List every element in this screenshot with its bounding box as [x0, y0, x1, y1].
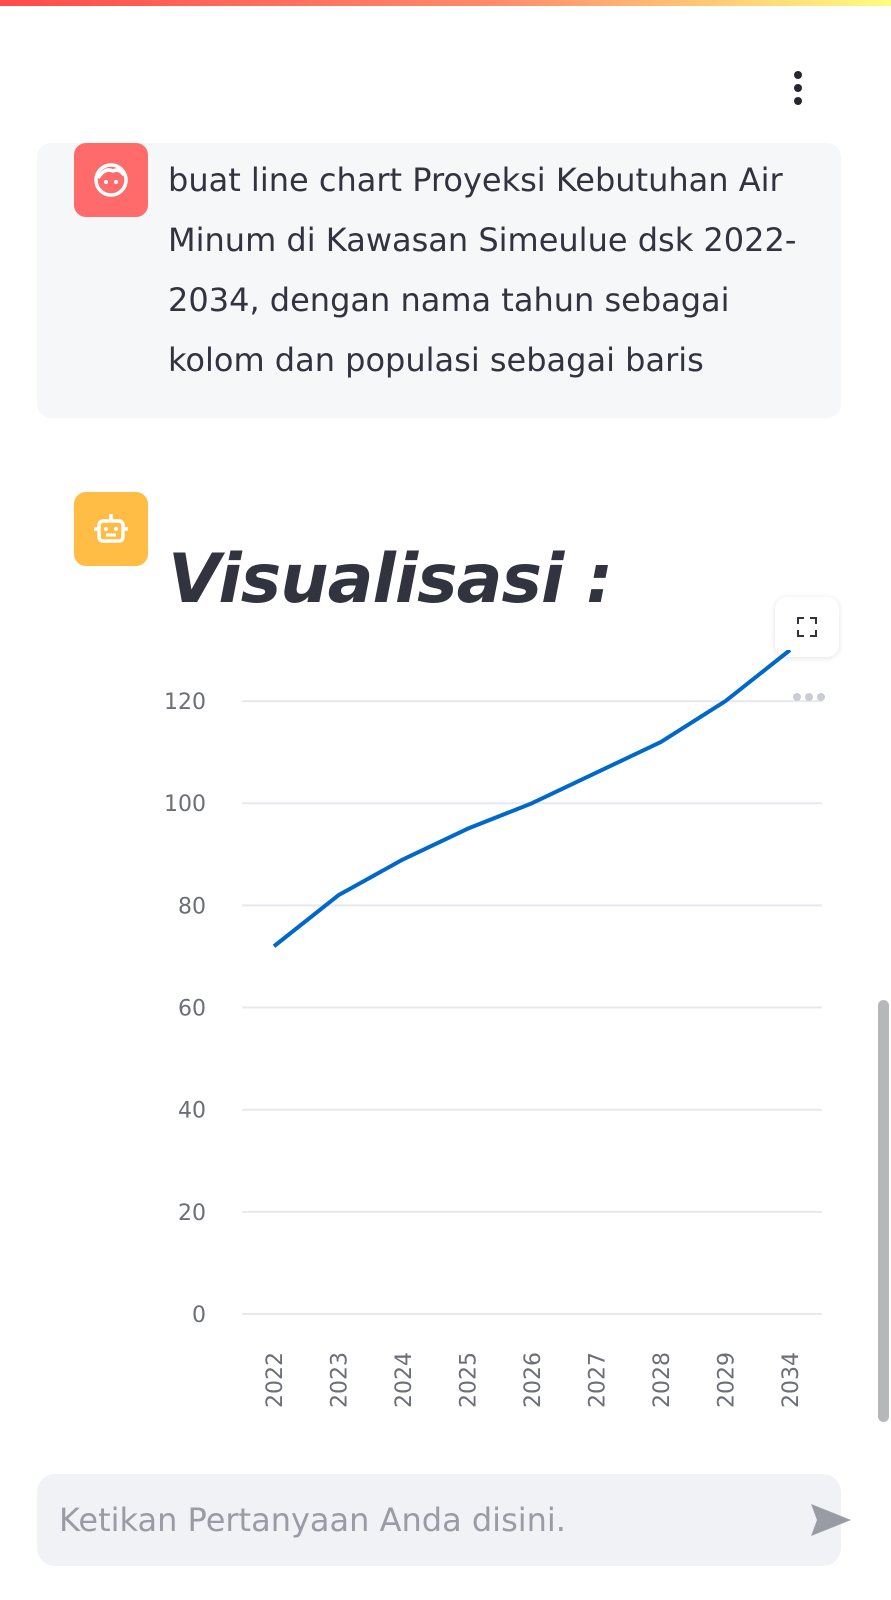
menu-dot-icon — [794, 71, 802, 79]
user-avatar — [74, 143, 148, 217]
user-message-text: buat line chart Proyeksi Kebutuhan Air M… — [168, 161, 797, 379]
x-tick-label: 2029 — [715, 1352, 740, 1408]
more-dot-icon — [817, 693, 825, 701]
x-tick-label: 2024 — [392, 1352, 417, 1408]
x-tick-label: 2025 — [457, 1352, 482, 1408]
fullscreen-button[interactable] — [775, 597, 839, 657]
chat-input-container — [37, 1474, 851, 1566]
more-dot-icon — [805, 693, 813, 701]
x-tick-label: 2023 — [328, 1352, 353, 1408]
send-button[interactable] — [807, 1498, 855, 1542]
fullscreen-icon — [797, 617, 817, 637]
header-decoration-bar — [0, 0, 891, 6]
chart-x-axis: 2022 2023 2024 2025 2026 2027 2028 2029 2034 — [263, 1352, 804, 1408]
visualization-title: Visualisasi : — [168, 540, 613, 619]
chart-grid — [242, 700, 822, 1315]
chart-series-line — [272, 650, 792, 948]
x-tick-label: 2027 — [586, 1352, 611, 1408]
x-tick-label: 2034 — [779, 1352, 804, 1408]
page-scrollbar[interactable] — [878, 1000, 889, 1422]
menu-dot-icon — [794, 84, 802, 92]
y-tick-label: 40 — [178, 1099, 206, 1124]
y-tick-label: 60 — [178, 997, 206, 1022]
line-chart: 0 20 40 60 80 100 120 2022 2023 2024 2025 2026 2027… — [164, 650, 822, 1408]
assistant-avatar — [74, 492, 148, 566]
y-tick-label: 100 — [164, 792, 206, 817]
face-icon — [94, 163, 128, 197]
main-menu-button[interactable] — [784, 66, 812, 110]
send-icon — [811, 1504, 851, 1536]
robot-icon — [94, 514, 128, 543]
y-tick-label: 20 — [178, 1201, 206, 1226]
menu-dot-icon — [794, 97, 802, 105]
chat-input[interactable] — [59, 1474, 759, 1566]
x-tick-label: 2028 — [650, 1352, 675, 1408]
y-tick-label: 0 — [192, 1303, 206, 1328]
chart-y-axis: 0 20 40 60 80 100 120 — [164, 690, 206, 1328]
y-tick-label: 120 — [164, 690, 206, 715]
more-dot-icon — [793, 693, 801, 701]
chart-more-options-button[interactable] — [793, 691, 829, 703]
y-tick-label: 80 — [178, 894, 206, 919]
x-tick-label: 2026 — [521, 1352, 546, 1408]
x-tick-label: 2022 — [263, 1352, 288, 1408]
